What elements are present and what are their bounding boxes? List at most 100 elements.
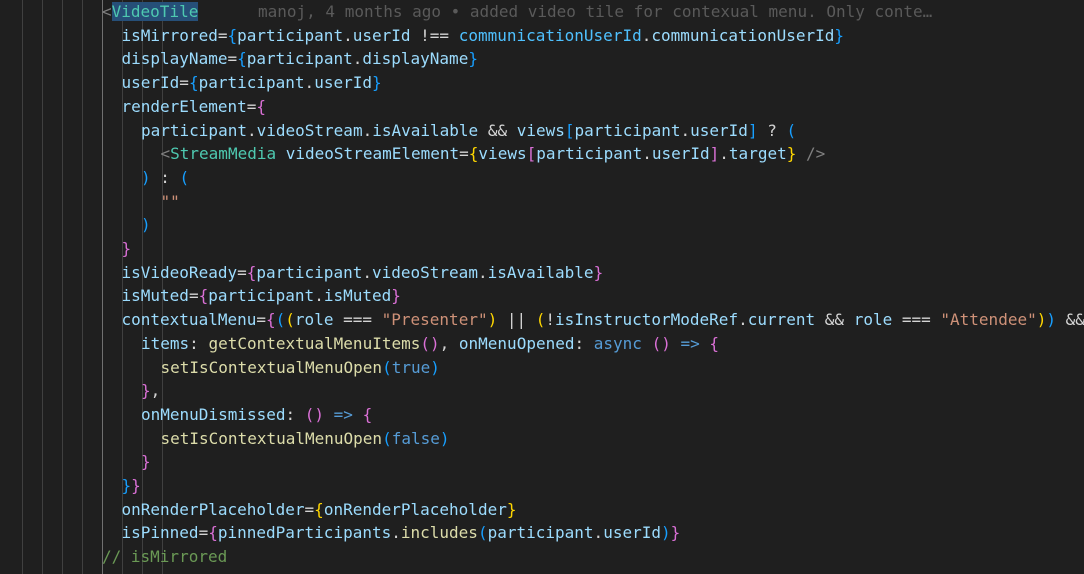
code-line[interactable]: isPinned={pinnedParticipants.includes(pa… <box>122 521 681 545</box>
code-token: = <box>237 262 247 282</box>
code-token: participant <box>208 286 315 306</box>
code-token: onRenderPlaceholder <box>121 499 305 519</box>
code-token: = <box>256 310 266 330</box>
code-token: onMenuDismissed <box>141 404 286 424</box>
code-token: () <box>651 333 671 353</box>
indent-guide <box>42 0 43 574</box>
code-token: onRenderPlaceholder <box>323 499 507 519</box>
code-line[interactable]: onRenderPlaceholder={onRenderPlaceholder… <box>122 498 517 522</box>
code-token: ) <box>660 523 671 543</box>
code-token: || <box>497 310 536 330</box>
code-line[interactable]: }} <box>122 474 141 498</box>
code-token: . <box>362 262 372 282</box>
code-token: === <box>333 310 382 330</box>
code-token: { <box>188 73 199 93</box>
code-line[interactable]: onMenuDismissed: () => { <box>141 403 372 427</box>
code-line[interactable]: <StreamMedia videoStreamElement={views[p… <box>161 142 826 166</box>
code-token: . <box>362 120 373 140</box>
code-token: userId <box>121 73 180 93</box>
code-token: . <box>738 310 748 330</box>
code-line[interactable]: contextualMenu={((role === "Presenter") … <box>122 308 1084 332</box>
code-token: !== <box>410 25 459 45</box>
code-token: userId <box>651 144 710 164</box>
code-token: participant <box>536 144 643 164</box>
code-token: false <box>391 428 440 448</box>
code-line[interactable]: displayName={participant.displayName} <box>122 47 478 71</box>
code-token: === <box>892 310 941 330</box>
code-editor[interactable]: <VideoTile manoj, 4 months ago • added vi… <box>0 0 1084 574</box>
code-token: displayName <box>121 49 228 69</box>
code-line[interactable]: isVideoReady={participant.videoStream.is… <box>122 261 604 285</box>
code-line[interactable]: } <box>141 450 151 474</box>
code-token: communicationUserId <box>458 25 642 45</box>
code-token: role <box>853 310 893 330</box>
code-token: () <box>304 404 325 424</box>
code-line[interactable]: setIsContextualMenuOpen(false) <box>161 427 450 451</box>
code-token: communicationUserId <box>651 25 835 45</box>
code-token: . <box>642 144 652 164</box>
code-token: = <box>188 286 199 306</box>
code-token: { <box>362 404 373 424</box>
code-line[interactable]: // isMirrored <box>102 545 227 569</box>
code-token: [ <box>564 120 575 140</box>
code-token: ( <box>786 120 797 140</box>
code-token: userId <box>603 523 661 543</box>
code-line[interactable]: <VideoTile <box>102 0 199 24</box>
code-line[interactable]: items: getContextualMenuItems(), onMenuO… <box>141 332 719 356</box>
code-token: views <box>516 120 565 140</box>
code-token: { <box>198 286 209 306</box>
code-line[interactable]: "" <box>161 190 180 214</box>
code-token: participant <box>487 523 594 543</box>
code-token: . <box>304 73 315 93</box>
code-line[interactable]: isMuted={participant.isMuted} <box>122 284 401 308</box>
code-line[interactable]: userId={participant.userId} <box>122 71 382 95</box>
code-token: . <box>352 49 363 69</box>
code-token: && <box>1056 310 1084 330</box>
code-token: = <box>304 499 315 519</box>
code-token: isPinned <box>121 523 199 543</box>
code-token: ) <box>141 215 151 235</box>
code-line[interactable]: ) : ( <box>141 166 189 190</box>
indent-guide <box>82 0 83 574</box>
code-token: StreamMedia <box>170 144 277 164</box>
code-token: isInstructorModeRef <box>555 310 739 330</box>
code-line[interactable]: participant.videoStream.isAvailable && v… <box>141 119 796 143</box>
code-token: isMuted <box>323 286 392 306</box>
code-token: ( <box>285 310 295 330</box>
code-line[interactable]: renderElement={ <box>122 95 267 119</box>
code-token: ? <box>757 120 787 140</box>
code-token: async <box>593 333 642 353</box>
code-token: . <box>343 25 353 45</box>
code-line[interactable]: isMirrored={participant.userId !== commu… <box>122 24 845 48</box>
code-token: ] <box>709 144 720 164</box>
code-token: } <box>506 499 517 519</box>
code-token: : <box>285 404 305 424</box>
code-token: items <box>141 333 190 353</box>
code-line[interactable]: setIsContextualMenuOpen(true) <box>161 356 440 380</box>
code-token: { <box>256 96 267 116</box>
code-token: && <box>815 310 854 330</box>
code-token: { <box>709 333 720 353</box>
code-token: . <box>391 523 401 543</box>
indent-guide-active <box>102 0 103 574</box>
code-token: ) <box>487 310 498 330</box>
code-token: participant <box>574 120 681 140</box>
code-token: . <box>477 262 488 282</box>
code-token: . <box>719 144 729 164</box>
code-token: () <box>420 333 440 353</box>
git-blame-annotation: manoj, 4 months ago • added video tile f… <box>258 2 933 21</box>
indent-guide <box>62 0 63 574</box>
code-token: true <box>391 357 431 377</box>
code-token: { <box>246 262 257 282</box>
code-token: } <box>593 262 604 282</box>
code-line[interactable]: } <box>122 237 132 261</box>
code-token: } <box>141 452 151 472</box>
code-token: } <box>371 73 382 93</box>
code-token: => <box>333 404 353 424</box>
code-token: = <box>227 49 238 69</box>
code-token: target <box>728 144 787 164</box>
code-token: "" <box>160 191 180 211</box>
code-line[interactable]: ) <box>141 213 151 237</box>
code-line[interactable]: }, <box>141 379 160 403</box>
